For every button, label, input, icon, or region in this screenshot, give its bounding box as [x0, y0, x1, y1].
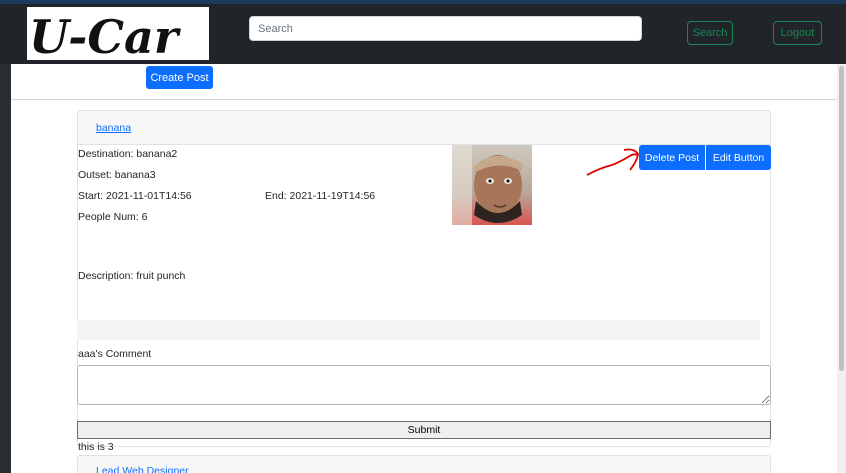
logout-button[interactable]: Logout: [773, 21, 822, 45]
comment-heading: aaa's Comment: [78, 348, 152, 360]
browser-strip: [0, 0, 846, 4]
search-input[interactable]: [249, 16, 642, 41]
next-post-card-header: Lead Web Designer: [77, 455, 771, 473]
red-arrow-annotation: [586, 148, 639, 176]
create-post-button[interactable]: Create Post: [146, 66, 213, 89]
people-num-text: People Num: 6: [78, 211, 148, 223]
outset-text: Outset: banana3: [78, 169, 156, 181]
end-text: End: 2021-11-19T14:56: [265, 190, 376, 202]
submit-comment-button[interactable]: Submit: [77, 421, 771, 439]
edit-post-button[interactable]: Edit Button: [706, 145, 771, 170]
delete-post-button[interactable]: Delete Post: [639, 145, 705, 170]
next-post-title-link[interactable]: Lead Web Designer: [96, 465, 189, 473]
comment-text: this is 3: [78, 441, 114, 453]
search-button[interactable]: Search: [687, 21, 733, 45]
scrollbar-thumb[interactable]: [839, 66, 844, 371]
post-image: [452, 145, 532, 225]
post-card-header: [77, 110, 771, 145]
divider: [11, 99, 837, 100]
logo-text: U-Car: [29, 10, 182, 60]
comment-textarea[interactable]: [77, 365, 771, 405]
start-text: Start: 2021-11-01T14:56: [78, 190, 192, 202]
comment-list-bar: [77, 320, 760, 340]
destination-text: Destination: banana2: [78, 148, 178, 160]
post-title-link[interactable]: banana: [96, 122, 131, 134]
description-text: Description: fruit punch: [78, 270, 186, 282]
logo[interactable]: U-Car: [27, 7, 209, 60]
